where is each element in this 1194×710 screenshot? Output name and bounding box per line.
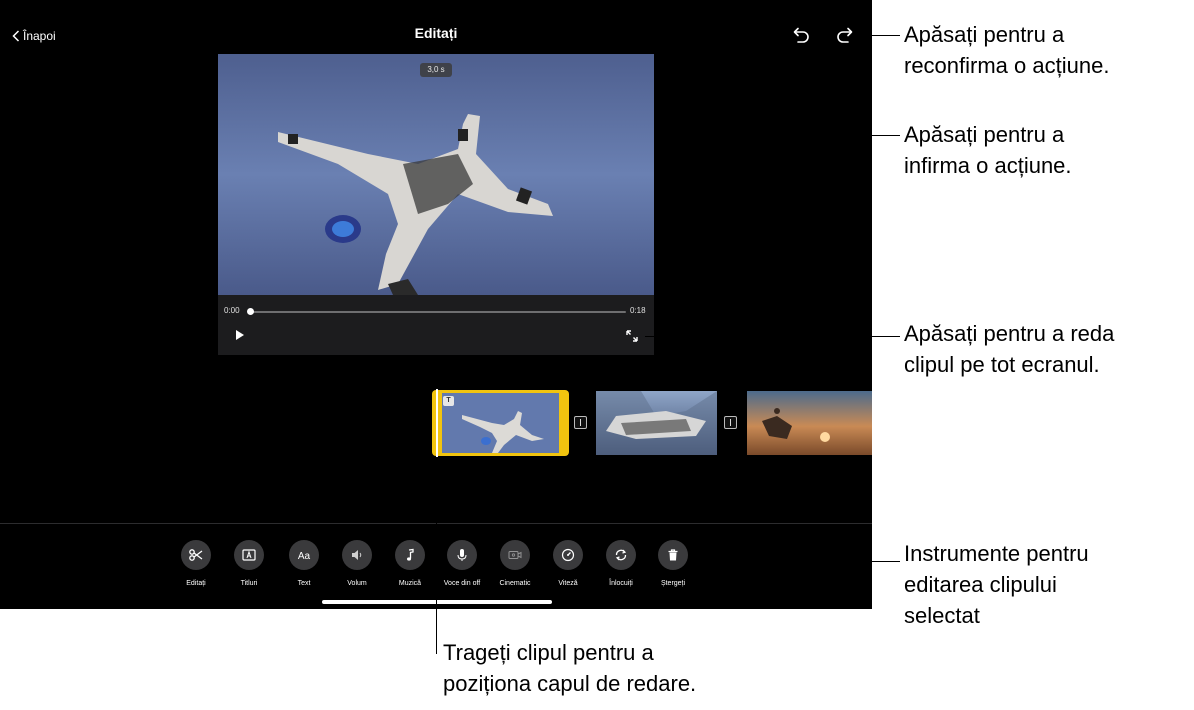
play-button[interactable]	[233, 328, 247, 342]
tool-edit-circle	[181, 540, 211, 570]
callout-redo: Apăsați pentru a reconfirma o acțiune.	[904, 19, 1109, 81]
callout-redo-line-2: reconfirma o acțiune.	[904, 53, 1110, 78]
tool-delete[interactable]: Ștergeți	[646, 540, 700, 592]
callout-fullscreen: Apăsați pentru a reda clipul pe tot ecra…	[904, 318, 1114, 380]
tool-titles[interactable]: Titluri	[222, 540, 276, 592]
scrubber-track[interactable]	[250, 311, 626, 313]
text-icon: Aa	[298, 551, 311, 562]
redo-icon	[837, 27, 853, 43]
callout-tools-line-2: editarea clipului	[904, 572, 1057, 597]
fullscreen-button[interactable]	[625, 329, 639, 343]
callout-tools-line-3: selectat	[904, 603, 980, 628]
callout-line-redo	[862, 35, 900, 36]
callout-playhead: Trageți clipul pentru a poziționa capul …	[443, 637, 696, 699]
video-frame	[218, 54, 654, 295]
tool-music-circle	[395, 540, 425, 570]
title-badge: T	[443, 396, 454, 406]
tool-edit[interactable]: Editați	[169, 540, 223, 592]
callout-tools: Instrumente pentru editarea clipului sel…	[904, 538, 1089, 631]
tool-volume[interactable]: Volum	[330, 540, 384, 592]
callout-line-fullscreen	[645, 336, 900, 337]
video-viewer[interactable]	[218, 54, 654, 355]
callout-line-tools	[700, 561, 900, 562]
callout-redo-line-1: Apăsați pentru a	[904, 22, 1065, 47]
timeline-clip[interactable]	[747, 391, 872, 455]
undo-button[interactable]	[790, 26, 812, 46]
callout-playhead-line-2: poziționa capul de redare.	[443, 671, 697, 696]
microphone-icon	[457, 549, 467, 561]
speaker-icon	[352, 550, 362, 560]
callout-fullscreen-line-1: Apăsați pentru a reda	[904, 321, 1115, 346]
tool-text-circle: Aa	[289, 540, 319, 570]
replace-icon	[615, 549, 627, 561]
tool-text[interactable]: Aa Text	[277, 540, 331, 592]
scissors-icon	[189, 549, 203, 561]
tool-volume-circle	[342, 540, 372, 570]
clip-thumbnail	[442, 393, 559, 453]
redo-button[interactable]	[834, 26, 856, 46]
tool-replace-circle	[606, 540, 636, 570]
back-label: Înapoi	[23, 29, 56, 43]
callout-playhead-line-1: Trageți clipul pentru a	[443, 640, 654, 665]
tool-voiceover-circle	[447, 540, 477, 570]
callout-tools-line-1: Instrumente pentru	[904, 541, 1089, 566]
svg-text:Aa: Aa	[298, 551, 311, 562]
scrubber-knob[interactable]	[247, 308, 254, 315]
current-time: 0:00	[224, 306, 240, 315]
page-title: Editați	[414, 25, 458, 41]
tool-delete-circle	[658, 540, 688, 570]
duration-badge: 3,0 s	[420, 63, 452, 77]
home-indicator	[322, 600, 552, 604]
callout-line-undo-vertical	[800, 50, 801, 135]
tool-voiceover[interactable]: Voce din off	[435, 540, 489, 592]
back-button[interactable]: Înapoi	[12, 26, 56, 46]
callout-undo-line-2: infirma o acțiune.	[904, 153, 1072, 178]
transition-button[interactable]	[724, 416, 737, 429]
tool-cinematic[interactable]: Cinematic	[488, 540, 542, 592]
clip-thumbnail	[596, 391, 717, 455]
trash-icon	[668, 549, 678, 561]
timeline-clip[interactable]	[596, 391, 717, 455]
titles-icon	[242, 549, 256, 561]
speed-gauge-icon	[561, 548, 575, 562]
cinematic-camera-icon	[508, 551, 522, 559]
callout-line-undo	[800, 135, 900, 136]
tool-titles-circle	[234, 540, 264, 570]
callout-fullscreen-line-2: clipul pe tot ecranul.	[904, 352, 1100, 377]
callout-line-playhead	[436, 457, 437, 654]
total-time: 0:18	[630, 306, 646, 315]
tool-cinematic-circle	[500, 540, 530, 570]
tool-label: Ștergeți	[660, 580, 686, 587]
music-note-icon	[407, 548, 414, 561]
callout-undo-line-1: Apăsați pentru a	[904, 122, 1065, 147]
undo-icon	[793, 27, 809, 43]
tool-speed[interactable]: Viteză	[541, 540, 595, 592]
skydiver-image	[218, 54, 654, 295]
expand-icon	[626, 330, 638, 342]
transition-button[interactable]	[574, 416, 587, 429]
play-icon	[236, 330, 244, 340]
clip-thumbnail	[747, 391, 872, 455]
playhead[interactable]	[436, 389, 438, 457]
callout-undo: Apăsați pentru a infirma o acțiune.	[904, 119, 1072, 181]
chevron-left-icon	[12, 30, 20, 42]
tool-speed-circle	[553, 540, 583, 570]
